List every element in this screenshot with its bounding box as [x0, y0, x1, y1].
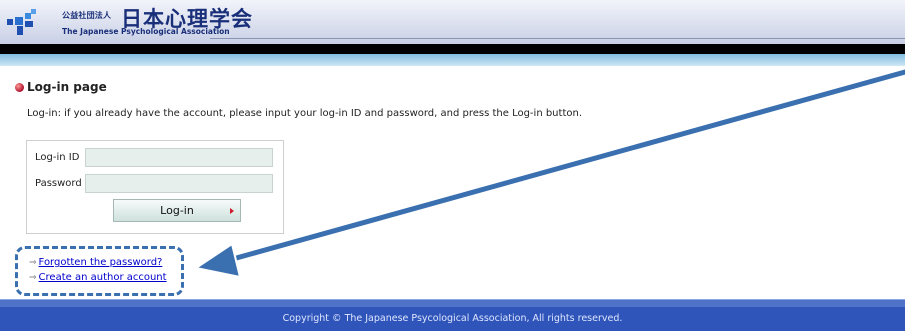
login-button[interactable]: Log-in: [113, 199, 241, 222]
annotation-highlight-box: [15, 246, 184, 296]
create-account-row: ⇒ Create an author account: [29, 272, 167, 283]
login-form: Log-in ID Password Log-in: [26, 140, 284, 234]
login-id-label: Log-in ID: [35, 152, 80, 163]
footer-copyright: Copyright © The Japanese Psycological As…: [0, 307, 905, 331]
login-id-input[interactable]: [85, 148, 273, 167]
footer-top-bar: [0, 299, 905, 307]
page-title: Log-in page: [15, 80, 107, 94]
create-account-link[interactable]: Create an author account: [39, 272, 167, 283]
link-arrow-icon: ⇒: [29, 273, 37, 283]
jpa-logo-icon: [7, 9, 36, 35]
login-button-label: Log-in: [160, 204, 194, 217]
header-rule: [210, 38, 905, 39]
link-arrow-icon: ⇒: [29, 258, 37, 268]
header-blue-bar: [0, 54, 905, 66]
org-prefix: 公益社団法人: [62, 11, 112, 20]
login-description: Log-in: if you already have the account,…: [27, 108, 582, 119]
page-title-text: Log-in page: [27, 80, 107, 94]
forgot-password-row: ⇒ Forgotten the password?: [29, 257, 162, 268]
header-black-bar: [0, 44, 905, 54]
password-input[interactable]: [85, 174, 273, 193]
arrow-right-icon: [230, 208, 234, 214]
site-header: 公益社団法人 日本心理学会 The Japanese Psychological…: [0, 0, 905, 44]
password-label: Password: [35, 178, 82, 189]
forgot-password-link[interactable]: Forgotten the password?: [39, 257, 163, 268]
org-name-en: The Japanese Psychological Association: [62, 27, 230, 36]
bullet-icon: [15, 83, 24, 92]
